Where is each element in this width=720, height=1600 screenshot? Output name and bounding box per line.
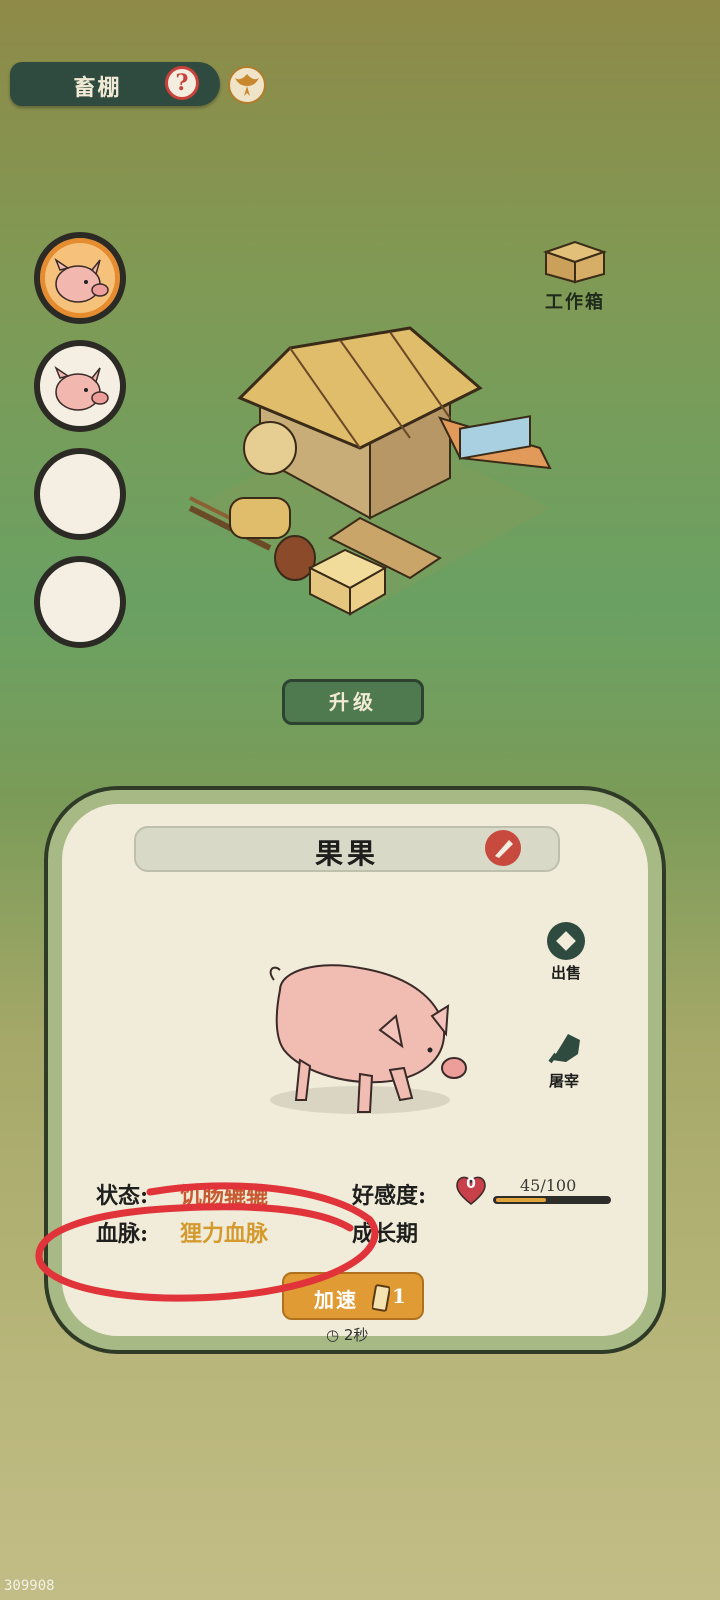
- speedup-timer: ◷ 2秒: [326, 1324, 368, 1345]
- speedup-label: 加速: [314, 1288, 358, 1312]
- affection-key: 好感度:: [352, 1183, 427, 1209]
- slaughter-button[interactable]: 屠宰: [534, 1030, 594, 1091]
- sell-button[interactable]: 出售: [536, 922, 596, 983]
- watermark: 309908: [4, 1578, 55, 1594]
- growth-stage: 成长期: [352, 1221, 419, 1247]
- sell-label: 出售: [550, 964, 581, 982]
- speedup-timer-value: 2秒: [343, 1326, 369, 1344]
- speedup-count: 1: [392, 1284, 406, 1308]
- barn-illustration: [188, 326, 552, 616]
- status-value: 饥肠辘辘: [180, 1183, 269, 1209]
- animal-slot-3[interactable]: [34, 448, 126, 540]
- barn-title: 畜棚: [73, 75, 122, 101]
- clock-icon: ◷: [326, 1326, 340, 1344]
- status-key: 状态:: [96, 1183, 149, 1209]
- animal-slot-4[interactable]: [34, 556, 126, 648]
- ticket-icon: [372, 1284, 390, 1312]
- affection-bar-fill: [496, 1198, 546, 1202]
- affection-value: 45/100: [520, 1176, 577, 1195]
- animal-slot-1[interactable]: [34, 232, 126, 324]
- bloodline-key: 血脉:: [96, 1221, 149, 1247]
- rename-brush-icon[interactable]: [485, 830, 521, 866]
- workbox-button[interactable]: 工作箱: [538, 238, 612, 314]
- cleaver-icon: [548, 1034, 580, 1064]
- pig-illustration: [269, 964, 467, 1114]
- animal-slot-2[interactable]: [34, 340, 126, 432]
- coin-icon: [547, 922, 585, 960]
- crate-icon: [542, 240, 608, 284]
- phoenix-icon[interactable]: [228, 66, 266, 104]
- pig-head-icon: [54, 258, 109, 303]
- help-icon[interactable]: ?: [165, 66, 199, 100]
- speedup-button[interactable]: 加速 1: [282, 1272, 424, 1320]
- bloodline-value: 狸力血脉: [180, 1221, 269, 1247]
- upgrade-button[interactable]: 升级: [282, 679, 424, 725]
- pig-head-icon: [54, 366, 109, 411]
- affection-level: 0: [466, 1176, 476, 1192]
- slaughter-label: 屠宰: [548, 1072, 579, 1090]
- workbox-label: 工作箱: [545, 292, 605, 313]
